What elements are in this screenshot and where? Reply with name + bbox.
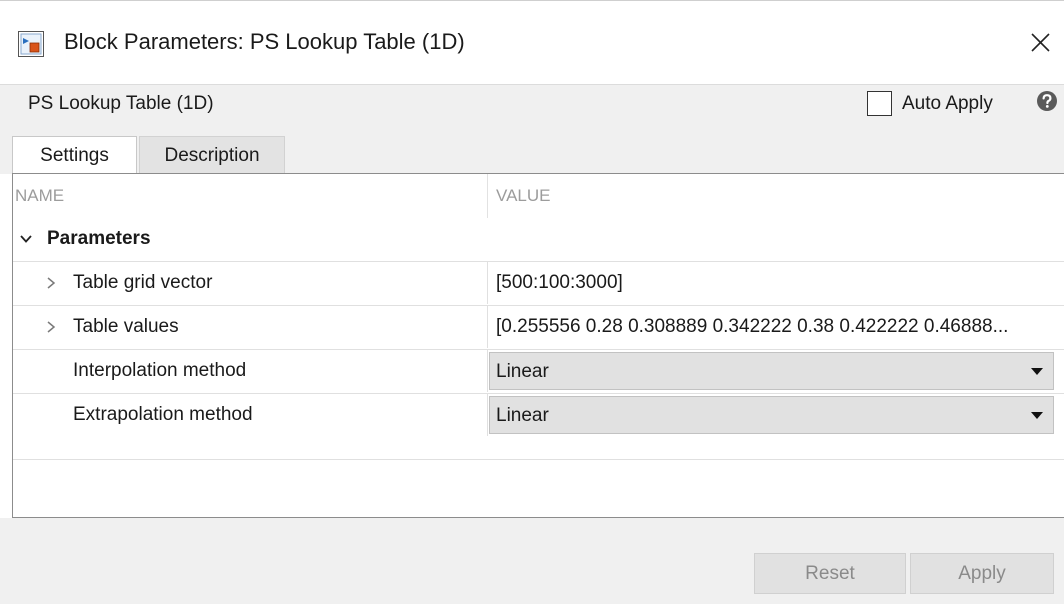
chevron-right-icon[interactable] [45,320,57,334]
extrapolation-method-dropdown[interactable]: Linear [489,396,1054,434]
row-value-cell: Linear [487,394,1064,436]
chevron-right-icon[interactable] [45,276,57,290]
row-name-cell: Table grid vector [13,262,487,304]
table-row: Table grid vector [500:100:3000] [13,261,1064,304]
auto-apply-checkbox[interactable] [867,91,892,116]
table-row: Table values [0.255556 0.28 0.308889 0.3… [13,305,1064,348]
interpolation-method-dropdown[interactable]: Linear [489,352,1054,390]
row-value-cell: [0.255556 0.28 0.308889 0.342222 0.38 0.… [487,306,1064,348]
close-icon[interactable] [1022,25,1058,61]
value-column-header: VALUE [487,174,1064,218]
dialog-footer: Reset Apply [0,518,1064,604]
window-title: Block Parameters: PS Lookup Table (1D) [64,29,465,54]
simulink-block-icon [18,31,44,57]
parameter-table: NAME VALUE Parameters Table grid vector … [12,173,1064,518]
help-icon[interactable] [1036,90,1058,112]
name-column-header: NAME [15,186,65,205]
apply-button[interactable]: Apply [910,553,1054,594]
row-value-cell: [500:100:3000] [487,262,1064,304]
table-values-label: Table values [73,316,179,337]
extrapolation-method-label: Extrapolation method [73,404,253,425]
caret-down-icon[interactable] [1030,411,1044,420]
caret-down-icon[interactable] [1030,367,1044,376]
table-divider [13,459,1064,460]
table-grid-vector-label: Table grid vector [73,272,213,293]
title-bar: Block Parameters: PS Lookup Table (1D) [0,0,1064,84]
block-name: PS Lookup Table (1D) [28,93,214,114]
table-values-field[interactable]: [0.255556 0.28 0.308889 0.342222 0.38 0.… [496,316,1056,338]
row-name-cell: Extrapolation method [13,394,487,436]
dropdown-selected-value: Linear [496,405,549,426]
row-value-cell: Linear [487,350,1064,392]
block-header: PS Lookup Table (1D) Auto Apply [0,84,1064,127]
interpolation-method-label: Interpolation method [73,360,247,381]
chevron-down-icon[interactable] [19,232,33,246]
table-row: Interpolation method Linear [13,349,1064,392]
group-label: Parameters [47,228,151,249]
parameters-group-header[interactable]: Parameters [13,218,1064,260]
reset-button[interactable]: Reset [754,553,906,594]
table-grid-vector-field[interactable]: [500:100:3000] [496,272,1056,294]
auto-apply-label[interactable]: Auto Apply [902,93,993,115]
row-name-cell: Interpolation method [13,350,487,392]
tab-description[interactable]: Description [139,136,285,174]
tab-strip: Settings Description [0,127,1064,175]
table-row: Extrapolation method Linear [13,393,1064,436]
row-name-cell: Table values [13,306,487,348]
dropdown-selected-value: Linear [496,361,549,382]
tab-settings[interactable]: Settings [12,136,137,175]
